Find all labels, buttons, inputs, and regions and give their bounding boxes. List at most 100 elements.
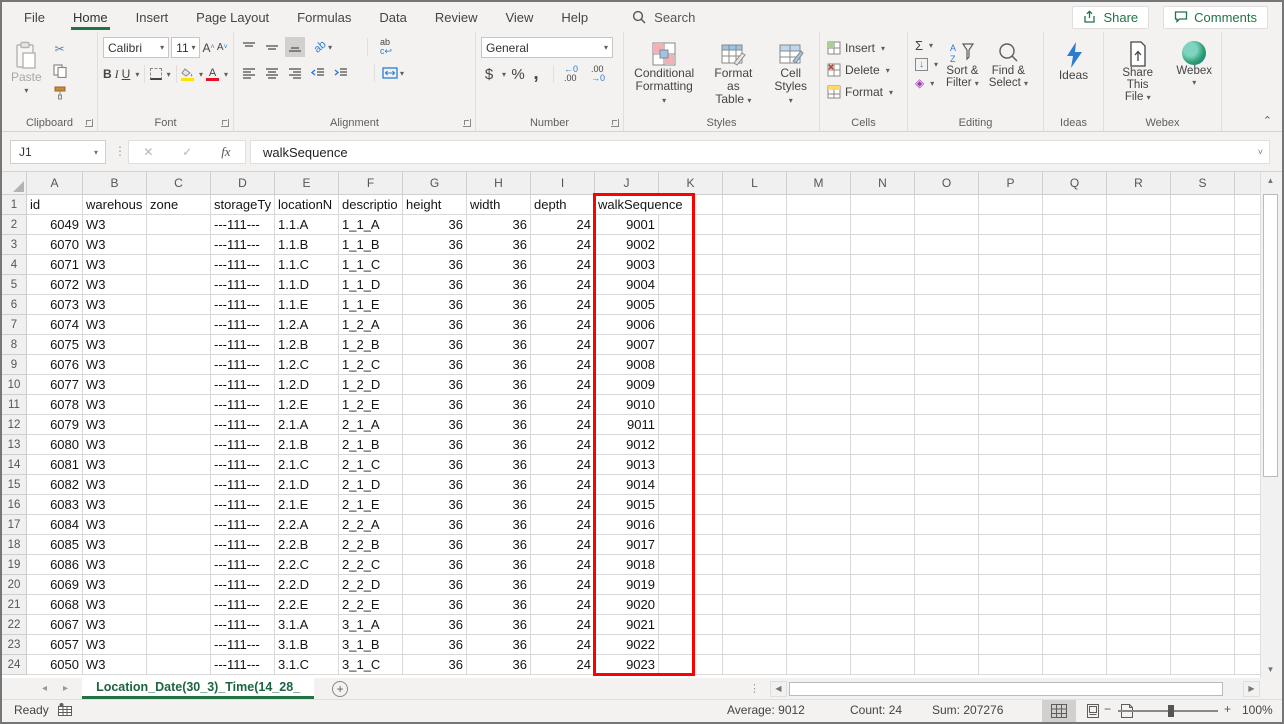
cell-R7[interactable]	[1107, 315, 1171, 335]
comma-style-button[interactable]: ,	[530, 64, 542, 84]
cell-G16[interactable]: 36	[403, 495, 467, 515]
row-header-1[interactable]: 1	[2, 195, 27, 215]
cell-O8[interactable]	[915, 335, 979, 355]
cell-H16[interactable]: 36	[467, 495, 531, 515]
cell-D10[interactable]: ---111---	[211, 375, 275, 395]
cell-M3[interactable]	[787, 235, 851, 255]
cell-B14[interactable]: W3	[83, 455, 147, 475]
cell-B13[interactable]: W3	[83, 435, 147, 455]
cell-G4[interactable]: 36	[403, 255, 467, 275]
cell-S20[interactable]	[1171, 575, 1235, 595]
column-header-M[interactable]: M	[787, 172, 851, 195]
row-header-7[interactable]: 7	[2, 315, 27, 335]
cell-C4[interactable]	[147, 255, 211, 275]
cell-S1[interactable]	[1171, 195, 1235, 215]
cell-D4[interactable]: ---111---	[211, 255, 275, 275]
select-all-corner[interactable]	[2, 172, 27, 195]
menu-tab-review[interactable]: Review	[421, 2, 492, 32]
cell-C11[interactable]	[147, 395, 211, 415]
horizontal-scrollbar[interactable]: ◀ ▶	[770, 678, 1260, 699]
cell-H9[interactable]: 36	[467, 355, 531, 375]
cell-I15[interactable]: 24	[531, 475, 595, 495]
cell-A13[interactable]: 6080	[27, 435, 83, 455]
cell-J12[interactable]: 9011	[595, 415, 659, 435]
cell-Q14[interactable]	[1043, 455, 1107, 475]
formula-input[interactable]: walkSequence ˅	[250, 140, 1270, 164]
cell-R10[interactable]	[1107, 375, 1171, 395]
cell-S22[interactable]	[1171, 615, 1235, 635]
cell-M18[interactable]	[787, 535, 851, 555]
column-header-H[interactable]: H	[467, 172, 531, 195]
cell-M16[interactable]	[787, 495, 851, 515]
cell-H15[interactable]: 36	[467, 475, 531, 495]
cell-D13[interactable]: ---111---	[211, 435, 275, 455]
bold-button[interactable]: B	[103, 64, 112, 84]
cell-I6[interactable]: 24	[531, 295, 595, 315]
menu-tab-file[interactable]: File	[10, 2, 59, 32]
cell-I7[interactable]: 24	[531, 315, 595, 335]
cell-D19[interactable]: ---111---	[211, 555, 275, 575]
top-align-button[interactable]	[239, 37, 259, 57]
menu-tab-home[interactable]: Home	[59, 2, 122, 32]
cell-N22[interactable]	[851, 615, 915, 635]
cell-S4[interactable]	[1171, 255, 1235, 275]
cell-M20[interactable]	[787, 575, 851, 595]
cell-S6[interactable]	[1171, 295, 1235, 315]
cell-P23[interactable]	[979, 635, 1043, 655]
sort-filter-button[interactable]: A Z Sort & Filter ▾	[942, 37, 983, 113]
cell-A10[interactable]: 6077	[27, 375, 83, 395]
cell-G17[interactable]: 36	[403, 515, 467, 535]
cell-H6[interactable]: 36	[467, 295, 531, 315]
cell-Q5[interactable]	[1043, 275, 1107, 295]
cell-J23[interactable]: 9022	[595, 635, 659, 655]
row-header-17[interactable]: 17	[2, 515, 27, 535]
cell-L8[interactable]	[723, 335, 787, 355]
cell-J1[interactable]: walkSequence	[595, 195, 659, 215]
cancel-icon[interactable]: ✕	[143, 145, 153, 159]
cell-L15[interactable]	[723, 475, 787, 495]
cell-I4[interactable]: 24	[531, 255, 595, 275]
cell-D17[interactable]: ---111---	[211, 515, 275, 535]
cell-N4[interactable]	[851, 255, 915, 275]
cell-R23[interactable]	[1107, 635, 1171, 655]
cell-L6[interactable]	[723, 295, 787, 315]
row-header-20[interactable]: 20	[2, 575, 27, 595]
cell-K15[interactable]	[659, 475, 723, 495]
formula-bar-grip[interactable]: ⋮	[114, 144, 126, 158]
cell-K21[interactable]	[659, 595, 723, 615]
cell-R5[interactable]	[1107, 275, 1171, 295]
cell-B22[interactable]: W3	[83, 615, 147, 635]
row-header-9[interactable]: 9	[2, 355, 27, 375]
cell-Q11[interactable]	[1043, 395, 1107, 415]
cell-P7[interactable]	[979, 315, 1043, 335]
tabbar-grip-icon[interactable]: ⋮	[749, 682, 760, 695]
cell-I11[interactable]: 24	[531, 395, 595, 415]
macro-record-icon[interactable]	[58, 703, 72, 716]
cell-O21[interactable]	[915, 595, 979, 615]
cell-B5[interactable]: W3	[83, 275, 147, 295]
cell-A11[interactable]: 6078	[27, 395, 83, 415]
cell-O24[interactable]	[915, 655, 979, 675]
cell-I2[interactable]: 24	[531, 215, 595, 235]
cell-D18[interactable]: ---111---	[211, 535, 275, 555]
cell-F4[interactable]: 1_1_C	[339, 255, 403, 275]
cell-O18[interactable]	[915, 535, 979, 555]
cell-H18[interactable]: 36	[467, 535, 531, 555]
clipboard-dialog-launcher[interactable]	[85, 119, 93, 127]
cell-E2[interactable]: 1.1.A	[275, 215, 339, 235]
cell-P20[interactable]	[979, 575, 1043, 595]
cell-F15[interactable]: 2_1_D	[339, 475, 403, 495]
cell-R24[interactable]	[1107, 655, 1171, 675]
row-header-13[interactable]: 13	[2, 435, 27, 455]
cell-M4[interactable]	[787, 255, 851, 275]
cell-Q12[interactable]	[1043, 415, 1107, 435]
cell-N8[interactable]	[851, 335, 915, 355]
cell-D21[interactable]: ---111---	[211, 595, 275, 615]
cell-G13[interactable]: 36	[403, 435, 467, 455]
cell-K23[interactable]	[659, 635, 723, 655]
cell-P16[interactable]	[979, 495, 1043, 515]
cell-K6[interactable]	[659, 295, 723, 315]
row-header-24[interactable]: 24	[2, 655, 27, 675]
align-left-button[interactable]	[239, 63, 259, 83]
column-header-G[interactable]: G	[403, 172, 467, 195]
